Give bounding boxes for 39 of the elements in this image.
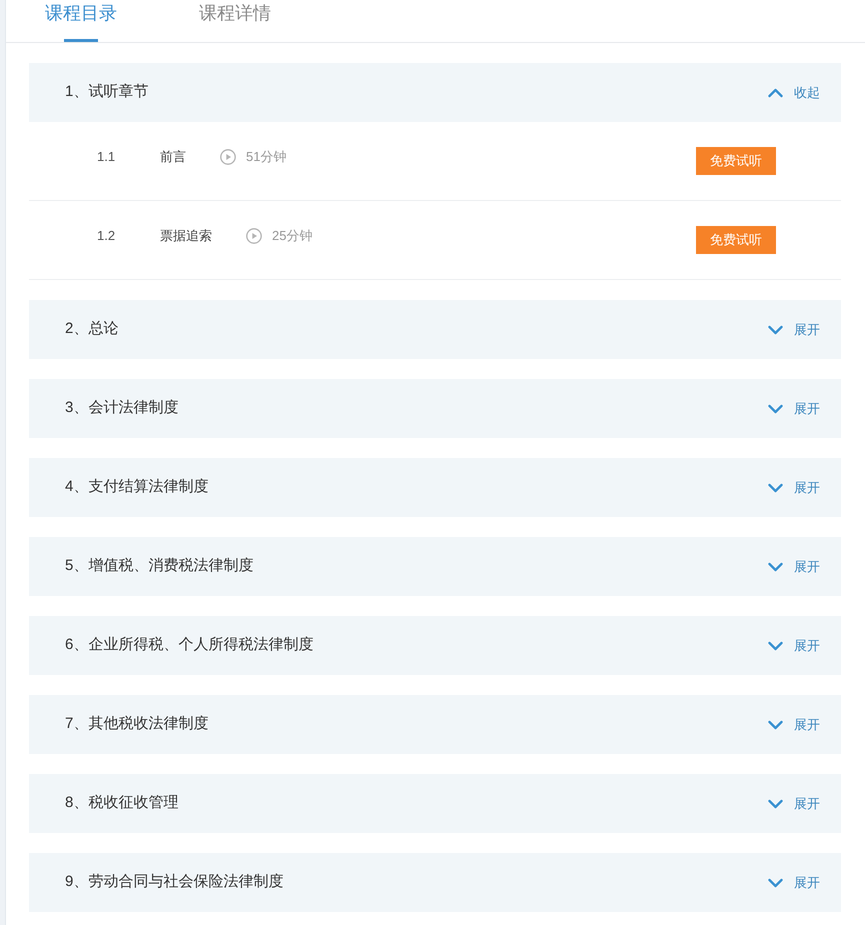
toggle-button[interactable]: 展开: [768, 636, 820, 656]
chapter-title: 4、支付结算法律制度: [65, 477, 208, 498]
toggle-button[interactable]: 展开: [768, 714, 820, 734]
chapter-header[interactable]: 7、其他税收法律制度 展开: [29, 695, 841, 754]
toggle-button[interactable]: 展开: [768, 556, 820, 576]
tab[interactable]: 课程详情: [199, 0, 271, 42]
lesson-number: 1.1: [97, 148, 116, 166]
chapter-header[interactable]: 6、企业所得税、个人所得税法律制度 展开: [29, 616, 841, 675]
toggle-button[interactable]: 展开: [768, 320, 820, 340]
toggle-button[interactable]: 展开: [768, 794, 820, 814]
chapter-title: 5、增值税、消费税法律制度: [65, 556, 254, 576]
lesson-duration: 25分钟: [272, 227, 312, 245]
tab[interactable]: 课程目录: [45, 0, 117, 42]
chapter-header[interactable]: 2、总论 展开: [29, 300, 841, 359]
toggle-button[interactable]: 展开: [768, 398, 820, 418]
chapter-header[interactable]: 1、试听章节 收起: [29, 63, 841, 122]
chapter-header[interactable]: 5、增值税、消费税法律制度 展开: [29, 537, 841, 596]
chapter-title: 2、总论: [65, 319, 118, 340]
free-trial-button[interactable]: 免费试听: [696, 147, 776, 175]
chapter-header[interactable]: 4、支付结算法律制度 展开: [29, 458, 841, 517]
toggle-button[interactable]: 收起: [768, 82, 820, 102]
chapter-title: 3、会计法律制度: [65, 398, 178, 418]
chapter-title: 6、企业所得税、个人所得税法律制度: [65, 635, 314, 656]
play-icon: [246, 228, 262, 244]
chapter-title: 9、劳动合同与社会保险法律制度: [65, 872, 284, 892]
chapter-header[interactable]: 8、税收征收管理 展开: [29, 774, 841, 833]
lesson-number: 1.2: [97, 227, 116, 245]
free-trial-button[interactable]: 免费试听: [696, 226, 776, 254]
chapter-header[interactable]: 9、劳动合同与社会保险法律制度 展开: [29, 853, 841, 912]
toggle-button[interactable]: 展开: [768, 872, 820, 892]
chapter-title: 1、试听章节: [65, 82, 148, 102]
play-icon: [220, 149, 236, 165]
lesson-title[interactable]: 前言: [160, 147, 186, 167]
lesson-title[interactable]: 票据追索: [160, 226, 212, 246]
chapter-title: 8、税收征收管理: [65, 793, 178, 814]
chapter-header[interactable]: 3、会计法律制度 展开: [29, 379, 841, 438]
toggle-button[interactable]: 展开: [768, 478, 820, 498]
chapter-title: 7、其他税收法律制度: [65, 714, 208, 734]
lesson-duration: 51分钟: [246, 148, 286, 166]
